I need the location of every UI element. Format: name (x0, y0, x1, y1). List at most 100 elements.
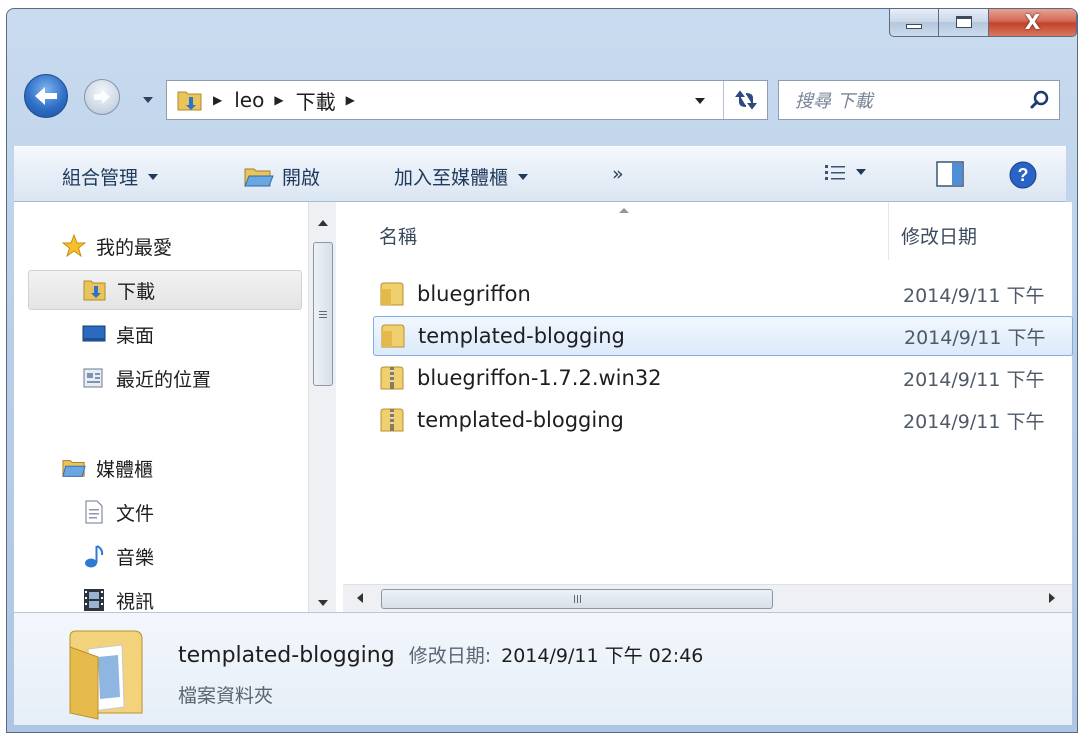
sort-ascending-icon (619, 208, 629, 213)
large-folder-icon (69, 630, 143, 720)
organize-menu[interactable]: 組合管理 (62, 163, 159, 190)
preview-pane-icon (936, 161, 964, 187)
nav-downloads-label: 下載 (117, 280, 156, 303)
preview-pane-button[interactable] (936, 161, 964, 187)
forward-button[interactable] (84, 79, 120, 115)
open-label: 開啟 (282, 167, 321, 189)
nav-favorites-label: 我的最愛 (96, 236, 173, 259)
document-icon (82, 500, 106, 524)
caption-buttons: X (889, 9, 1077, 37)
breadcrumb-separator[interactable]: ▶ (274, 93, 283, 107)
desktop-icon (82, 322, 106, 346)
change-view-button[interactable] (824, 163, 866, 181)
organize-label: 組合管理 (62, 167, 139, 189)
maximize-button[interactable] (939, 9, 989, 37)
command-bar: 組合管理 開啟 加入至媒體櫃 » ? (14, 146, 1066, 202)
more-commands-button[interactable]: » (612, 163, 624, 185)
scroll-down-arrow[interactable] (318, 600, 328, 606)
breadcrumb-downloads[interactable]: 下載 (296, 86, 336, 115)
horizontal-scrollbar[interactable] (343, 584, 1072, 612)
file-name: templated-blogging (417, 408, 624, 432)
file-date: 2014/9/11 下午 (903, 410, 1045, 433)
downloads-folder-icon (177, 91, 202, 111)
file-row[interactable]: bluegriffon-1.7.2.win32 2014/9/11 下午 (373, 358, 1073, 398)
search-box[interactable]: 搜尋 下載 (778, 80, 1060, 120)
refresh-icon (734, 90, 757, 110)
add-to-library-menu[interactable]: 加入至媒體櫃 (394, 163, 529, 190)
nav-desktop-label: 桌面 (116, 324, 155, 347)
column-header-name[interactable]: 名稱 (379, 222, 417, 249)
details-modified-label: 修改日期: (408, 645, 492, 667)
details-modified-value: 2014/9/11 下午 02:46 (501, 645, 704, 667)
arrow-left-icon (35, 87, 57, 105)
file-row-selected[interactable]: templated-blogging 2014/9/11 下午 (373, 316, 1073, 356)
help-icon: ? (1009, 161, 1037, 189)
search-input[interactable]: 搜尋 下載 (795, 87, 1029, 113)
nav-videos-label: 視訊 (116, 590, 155, 613)
file-list: 名稱 修改日期 bluegriffon 2014/9/11 下午 templat… (343, 202, 1073, 582)
minimize-button[interactable] (889, 9, 939, 37)
address-bar[interactable]: ▶ leo ▶ 下載 ▶ (166, 80, 768, 120)
file-name: bluegriffon-1.7.2.win32 (417, 366, 662, 390)
grip-icon (319, 310, 327, 318)
help-button[interactable]: ? (1008, 160, 1038, 190)
film-icon (82, 588, 106, 612)
column-headers: 名稱 修改日期 (343, 202, 1072, 262)
navigation-scrollbar[interactable] (308, 202, 336, 612)
nav-libraries-label: 媒體櫃 (96, 458, 154, 481)
file-row[interactable]: templated-blogging 2014/9/11 下午 (373, 400, 1073, 440)
nav-documents-label: 文件 (116, 502, 155, 525)
refresh-button[interactable] (723, 81, 767, 119)
chevron-down-icon (518, 173, 529, 180)
close-icon: X (1024, 10, 1041, 34)
details-line: templated-blogging 修改日期: 2014/9/11 下午 02… (178, 641, 703, 668)
scroll-left-arrow[interactable] (357, 593, 363, 603)
minimize-icon (906, 23, 922, 29)
chevron-down-icon (148, 173, 159, 180)
star-icon (62, 234, 86, 258)
file-date: 2014/9/11 下午 (904, 326, 1046, 349)
view-details-icon (825, 165, 845, 180)
grip-icon (573, 595, 581, 603)
breadcrumb-separator[interactable]: ▶ (346, 93, 355, 107)
back-button[interactable] (24, 74, 68, 118)
horizontal-scroll-thumb[interactable] (381, 589, 773, 609)
library-icon (62, 456, 86, 480)
details-file-type: 檔案資料夾 (178, 685, 274, 707)
column-divider[interactable] (888, 202, 889, 260)
scroll-up-arrow[interactable] (318, 220, 328, 226)
zip-folder-icon (380, 408, 404, 432)
arrow-right-icon (94, 90, 110, 104)
add-to-library-label: 加入至媒體櫃 (394, 167, 509, 189)
details-file-name: templated-blogging (178, 643, 395, 668)
file-name: bluegriffon (417, 282, 531, 306)
recent-pages-dropdown[interactable] (143, 97, 153, 103)
vertical-scroll-thumb[interactable] (313, 242, 333, 386)
folder-icon (380, 282, 404, 306)
nav-downloads[interactable]: 下載 (28, 270, 302, 310)
open-folder-icon (244, 168, 274, 186)
downloads-icon (83, 278, 107, 302)
file-date: 2014/9/11 下午 (903, 284, 1045, 307)
more-commands-label: » (612, 163, 624, 185)
chevron-down-icon (856, 169, 866, 175)
recent-places-icon (82, 366, 106, 390)
file-name: templated-blogging (418, 324, 625, 348)
file-row[interactable]: bluegriffon 2014/9/11 下午 (373, 274, 1073, 314)
navigation-pane: 我的最愛 下載 桌面 最近的位置 媒體櫃 文件 音樂 視訊 (14, 202, 322, 613)
address-history-dropdown[interactable] (695, 98, 705, 104)
nav-music-label: 音樂 (116, 546, 155, 569)
search-icon[interactable] (1029, 89, 1051, 111)
music-note-icon (82, 544, 106, 568)
scroll-right-arrow[interactable] (1049, 593, 1055, 603)
maximize-icon (955, 16, 972, 28)
breadcrumb-leo[interactable]: leo (234, 88, 264, 112)
details-pane: templated-blogging 修改日期: 2014/9/11 下午 02… (14, 612, 1072, 725)
open-button[interactable]: 開啟 (244, 163, 320, 190)
zip-folder-icon (380, 366, 404, 390)
folder-icon (381, 324, 405, 348)
nav-recent-places-label: 最近的位置 (116, 368, 212, 391)
column-header-date-modified[interactable]: 修改日期 (901, 222, 977, 249)
breadcrumb-separator[interactable]: ▶ (213, 93, 222, 107)
close-button[interactable]: X (989, 9, 1077, 37)
